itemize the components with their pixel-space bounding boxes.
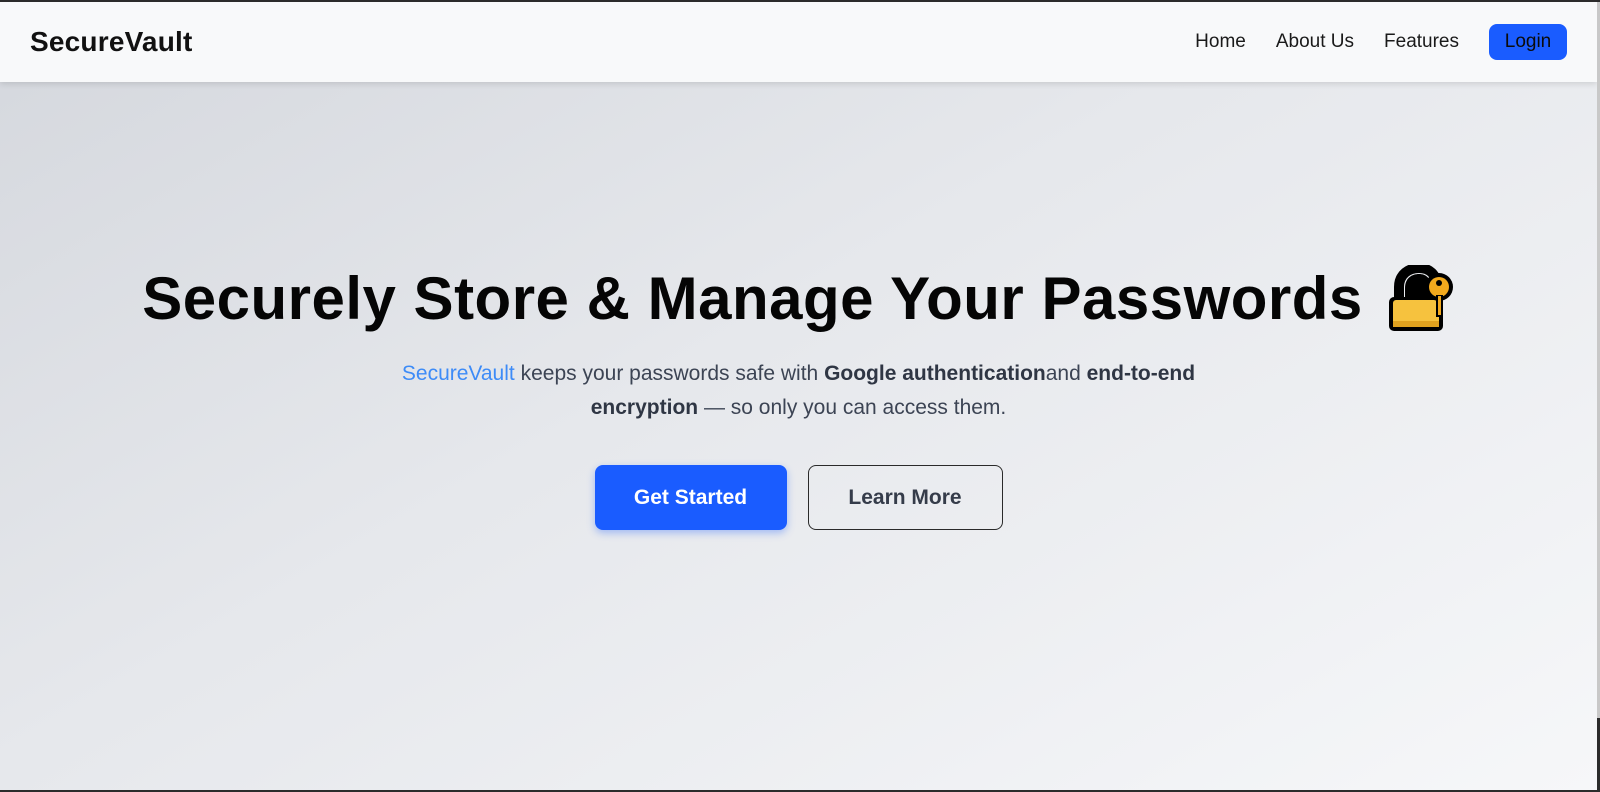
login-button[interactable]: Login xyxy=(1489,24,1567,60)
nav-link-about-us[interactable]: About Us xyxy=(1276,31,1354,53)
hero-section: Securely Store & Manage Your Passwords S… xyxy=(0,262,1597,530)
learn-more-button[interactable]: Learn More xyxy=(807,465,1003,530)
nav-links: Home About Us Features Login xyxy=(1165,24,1567,60)
subtitle-brand: SecureVault xyxy=(401,362,515,385)
cta-row: Get Started Learn More xyxy=(594,465,1003,530)
subtitle-text-3: — so only you can access them. xyxy=(698,396,1007,419)
hero-headline: Securely Store & Manage Your Passwords xyxy=(142,265,1363,332)
headline-row: Securely Store & Manage Your Passwords xyxy=(142,262,1455,333)
nav-link-features[interactable]: Features xyxy=(1384,31,1459,53)
lock-with-key-icon xyxy=(1385,262,1455,333)
subtitle-text-1: keeps your passwords safe with xyxy=(514,362,825,385)
subtitle-google-auth: Google authentication xyxy=(824,362,1046,385)
page-viewport: SecureVault Home About Us Features Login… xyxy=(0,2,1597,790)
navbar: SecureVault Home About Us Features Login xyxy=(0,2,1597,82)
hero-subtitle: SecureVault keeps your passwords safe wi… xyxy=(379,357,1219,425)
brand-logo[interactable]: SecureVault xyxy=(30,26,193,58)
subtitle-text-2: and xyxy=(1045,362,1087,385)
nav-link-home[interactable]: Home xyxy=(1195,31,1246,53)
get-started-button[interactable]: Get Started xyxy=(594,465,787,530)
